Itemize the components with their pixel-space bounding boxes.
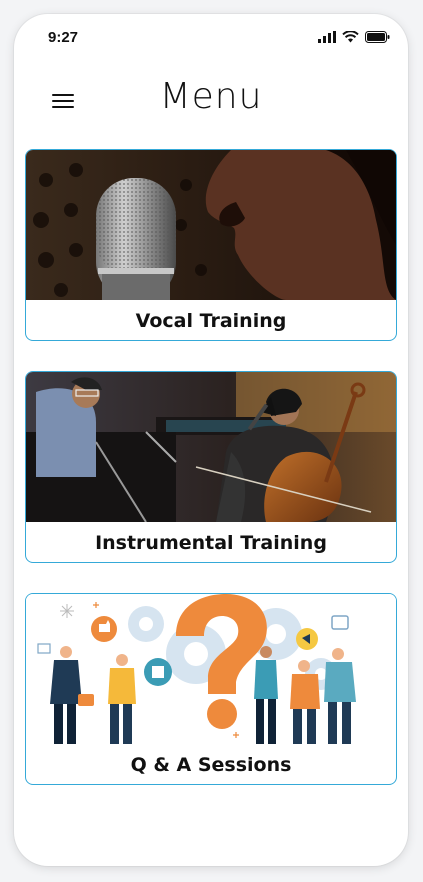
status-icons — [318, 31, 390, 43]
vocal-training-image — [26, 150, 396, 300]
signal-icon — [318, 31, 336, 43]
page-title: Menu — [159, 76, 263, 117]
menu-card-label: Instrumental Training — [95, 532, 327, 554]
menu-card-qa-sessions[interactable]: Q & A Sessions — [25, 593, 397, 785]
menu-card-instrumental-training[interactable]: Instrumental Training — [25, 371, 397, 563]
status-bar: 9:27 — [14, 14, 408, 62]
qa-sessions-image — [26, 594, 396, 744]
status-time: 9:27 — [48, 29, 79, 46]
phone-screen: 9:27 Menu Vocal Training Instrumental Tr… — [14, 14, 408, 866]
menu-card-label: Q & A Sessions — [130, 754, 292, 776]
menu-card-label: Vocal Training — [135, 310, 287, 332]
wifi-icon — [342, 31, 359, 43]
instrumental-training-image — [26, 372, 396, 522]
header: Menu — [14, 74, 408, 134]
battery-icon — [365, 31, 390, 43]
menu-card-vocal-training[interactable]: Vocal Training — [25, 149, 397, 341]
